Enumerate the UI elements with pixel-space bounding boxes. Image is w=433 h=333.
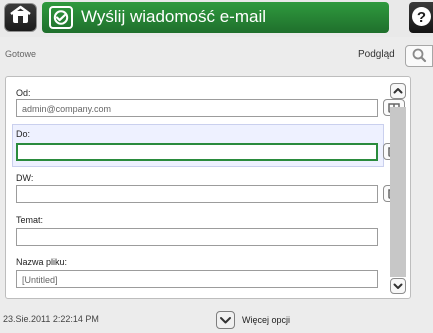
to-input[interactable] xyxy=(16,143,378,161)
home-icon xyxy=(10,5,31,23)
status-bar: Gotowe Podgląd xyxy=(0,41,433,69)
search-icon xyxy=(412,48,427,63)
timestamp: 23.Sie.2011 2:22:14 PM xyxy=(3,314,99,324)
to-label: Do: xyxy=(16,129,31,139)
filename-label: Nazwa pliku: xyxy=(16,257,68,267)
help-icon: ? xyxy=(412,7,431,26)
chevron-down-icon xyxy=(393,283,403,289)
more-options-label: Więcej opcji xyxy=(242,315,291,325)
more-options-button[interactable] xyxy=(216,311,235,329)
email-form-panel: Od: admin@company.com Do: DW: Temat: Naz… xyxy=(5,76,411,299)
filename-input[interactable]: [Untitled] xyxy=(16,270,378,288)
from-label: Od: xyxy=(16,88,31,98)
scroll-thumb[interactable] xyxy=(390,107,406,277)
chevron-down-icon xyxy=(220,317,231,324)
status-text: Gotowe xyxy=(5,49,37,59)
subject-label: Temat: xyxy=(16,215,44,225)
svg-text:?: ? xyxy=(417,9,426,26)
scroll-up-button[interactable] xyxy=(390,83,406,99)
scrollbar[interactable] xyxy=(388,83,408,294)
title-bar: Wyślij wiadomość e-mail xyxy=(42,2,389,33)
chevron-up-icon xyxy=(393,88,403,94)
bottom-bar: 23.Sie.2011 2:22:14 PM Więcej opcji xyxy=(0,307,433,333)
help-button[interactable]: ? xyxy=(409,2,433,33)
page-title: Wyślij wiadomość e-mail xyxy=(81,7,266,26)
from-input[interactable]: admin@company.com xyxy=(16,99,378,117)
preview-button[interactable] xyxy=(405,45,433,67)
cc-input[interactable] xyxy=(16,185,378,203)
home-button[interactable] xyxy=(4,3,37,32)
preview-label: Podgląd xyxy=(358,49,395,60)
subject-input[interactable] xyxy=(16,228,378,246)
top-bar: Wyślij wiadomość e-mail ? xyxy=(0,0,433,37)
cc-label: DW: xyxy=(16,173,34,183)
scroll-down-button[interactable] xyxy=(390,278,406,294)
email-icon xyxy=(49,6,73,29)
